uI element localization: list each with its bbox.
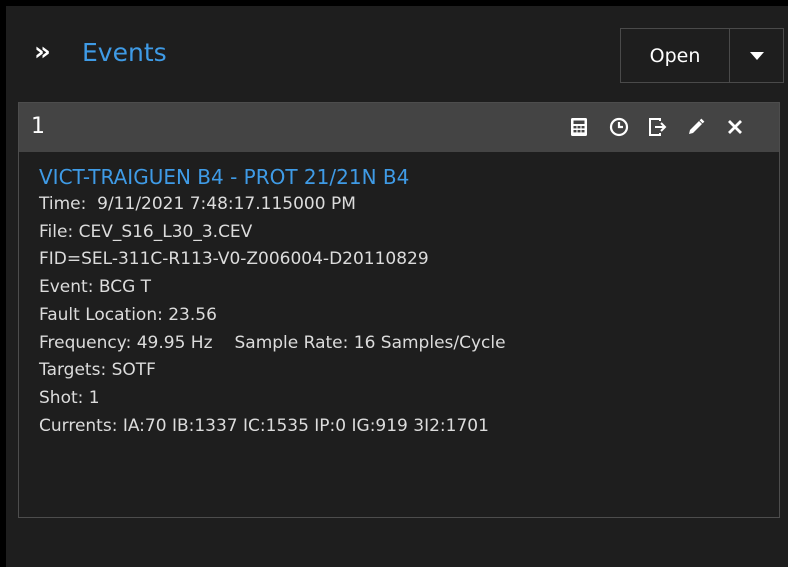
export-icon[interactable]	[646, 116, 668, 138]
event-file: File: CEV_S16_L30_3.CEV	[39, 221, 253, 242]
calculator-icon[interactable]	[568, 116, 590, 138]
event-currents: Currents: IA:70 IB:1337 IC:1535 IP:0 IG:…	[39, 415, 489, 436]
event-card-header: 1	[19, 103, 779, 152]
event-card: 1 VICT-TRAIGUEN B4 - PROT 21/21N B4 Time…	[18, 102, 780, 518]
event-shot: Shot: 1	[39, 387, 100, 408]
event-time: Time: 9/11/2021 7:48:17.115000 PM	[39, 194, 356, 214]
events-header: » Events Open	[6, 6, 788, 102]
event-details: VICT-TRAIGUEN B4 - PROT 21/21N B4 Time: …	[39, 163, 769, 440]
pencil-icon[interactable]	[685, 116, 707, 138]
event-sample-rate: Sample Rate: 16 Samples/Cycle	[234, 332, 506, 353]
events-panel: » Events Open 1 VICT-TRAIGUEN B4 - PROT …	[0, 0, 788, 567]
event-number: 1	[31, 114, 45, 139]
double-chevron-right-icon[interactable]: »	[34, 36, 51, 68]
clock-icon[interactable]	[608, 116, 630, 138]
event-frequency: Frequency: 49.95 Hz	[39, 332, 213, 353]
event-title[interactable]: VICT-TRAIGUEN B4 - PROT 21/21N B4	[39, 163, 769, 191]
close-icon[interactable]	[724, 116, 746, 138]
event-fid: FID=SEL-311C-R113-V0-Z006004-D20110829	[39, 249, 429, 270]
caret-down-icon	[749, 51, 764, 60]
event-targets: Targets: SOTF	[39, 360, 156, 381]
open-dropdown-button[interactable]	[729, 28, 784, 83]
event-fault-location: Fault Location: 23.56	[39, 304, 217, 325]
panel-title: Events	[82, 38, 167, 67]
open-button[interactable]: Open	[620, 28, 730, 83]
event-frequency-row: Frequency: 49.95 Hz Sample Rate: 16 Sampl…	[39, 330, 769, 358]
event-type: Event: BCG T	[39, 277, 152, 298]
